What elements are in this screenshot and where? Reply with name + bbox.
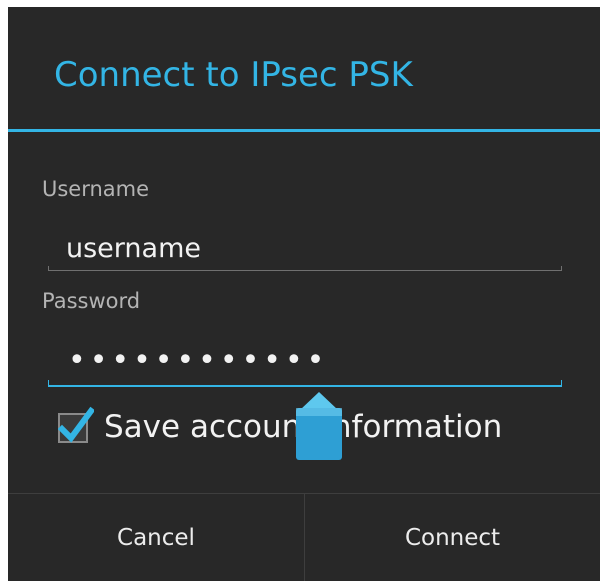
username-field[interactable]: username [48, 227, 562, 271]
connect-button[interactable]: Connect [305, 494, 600, 581]
save-account-checkbox[interactable] [58, 406, 94, 443]
username-underline [48, 266, 562, 271]
checkmark-icon [58, 406, 94, 443]
password-label: Password [42, 289, 141, 313]
cursor-handle-icon [296, 392, 342, 460]
username-value: username [66, 233, 201, 264]
password-field[interactable]: •••••••••••• [48, 343, 562, 387]
text-cursor-handle[interactable] [292, 390, 346, 464]
username-label: Username [42, 177, 150, 201]
cancel-button[interactable]: Cancel [8, 494, 304, 581]
dialog-title: Connect to IPsec PSK [54, 55, 413, 95]
password-underline-focused [48, 380, 562, 387]
dialog-button-bar: Cancel Connect [8, 493, 600, 581]
title-divider [8, 129, 600, 132]
vpn-connect-dialog: Connect to IPsec PSK Username username P… [8, 7, 600, 581]
password-masked-value: •••••••••••• [68, 343, 329, 378]
